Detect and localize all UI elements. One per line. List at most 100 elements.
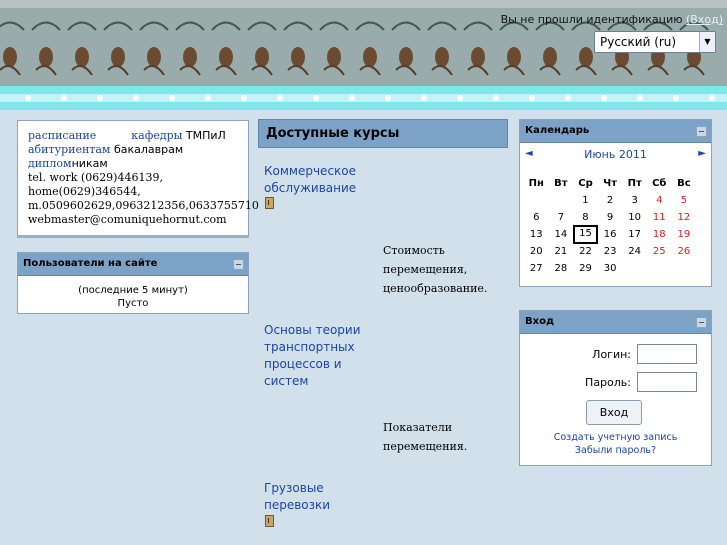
calendar-day[interactable]: 15 <box>573 225 598 244</box>
calendar-day[interactable]: 13 <box>524 226 549 243</box>
next-month-icon[interactable]: ► <box>698 148 706 159</box>
username-row: Логин: <box>592 344 697 364</box>
login-header: Вход <box>520 311 711 334</box>
calendar-day[interactable]: 2 <box>598 192 623 209</box>
login-info: Вы не прошли идентификацию (Вход) <box>501 13 723 26</box>
username-input[interactable] <box>637 344 697 364</box>
forgot-password-link[interactable]: Забыли пароль? <box>520 445 711 456</box>
collapse-icon[interactable] <box>696 126 707 137</box>
link-applicants[interactable]: абитуриентам <box>28 143 110 156</box>
create-account-link[interactable]: Создать учетную запись <box>520 432 711 443</box>
calendar-empty-day <box>549 192 574 209</box>
text-diploma-suffix: никам <box>71 157 108 170</box>
calendar-block: Календарь ◄ Июнь 2011 ► Пн Вт Ср Чт Пт Сб Вс 1 2… <box>519 119 712 287</box>
login-title: Вход <box>525 316 555 327</box>
chevron-down-icon[interactable]: ▼ <box>699 32 715 52</box>
calendar-nav: ◄ Июнь 2011 ► <box>520 143 711 165</box>
course-summary: Стоимость перемещения, ценообразование. <box>383 244 488 295</box>
calendar-week-row: 27 28 29 30 <box>524 260 707 277</box>
collapse-icon[interactable] <box>696 317 707 328</box>
calendar-weekday: Вт <box>554 178 568 189</box>
language-select[interactable]: Русский (ru) ▼ <box>594 31 716 53</box>
courses-title: Доступные курсы <box>266 126 400 141</box>
calendar-day[interactable]: 9 <box>598 209 623 226</box>
login-link[interactable]: (Вход) <box>686 13 723 26</box>
username-label: Логин: <box>592 347 631 361</box>
calendar-empty-day <box>672 260 697 277</box>
calendar-weekday: Пн <box>528 178 544 189</box>
calendar-day[interactable]: 24 <box>622 243 647 260</box>
calendar-grid: Пн Вт Ср Чт Пт Сб Вс 1 2 3 4 5 6 7 8 9 10 11 12 13 14 15 16 17 1… <box>524 175 707 277</box>
calendar-weekday: Ср <box>578 178 593 189</box>
calendar-day[interactable]: 11 <box>647 209 672 226</box>
calendar-day[interactable]: 8 <box>573 209 598 226</box>
calendar-day[interactable]: 28 <box>549 260 574 277</box>
calendar-week-row: 20 21 22 23 24 25 26 <box>524 243 707 260</box>
collapse-icon[interactable] <box>233 259 244 270</box>
calendar-day[interactable]: 6 <box>524 209 549 226</box>
link-diploma[interactable]: диплом <box>28 157 72 170</box>
calendar-day[interactable]: 17 <box>622 226 647 243</box>
course-link[interactable]: Основы теории транспортных процессов и с… <box>264 322 384 390</box>
calendar-day[interactable]: 18 <box>647 226 672 243</box>
password-row: Пароль: <box>585 372 697 392</box>
password-input[interactable] <box>637 372 697 392</box>
calendar-day[interactable]: 25 <box>647 243 672 260</box>
calendar-day[interactable]: 12 <box>672 209 697 226</box>
contact-work: tel. work (0629)446139, <box>28 171 163 184</box>
calendar-day[interactable]: 1 <box>573 192 598 209</box>
contact-mobile: m.0509602629,0963212356,0633755710 <box>28 199 259 212</box>
links-block: расписание кафедры ТМПиЛ абитуриентам ба… <box>17 120 259 238</box>
calendar-day[interactable]: 4 <box>647 192 672 209</box>
online-users-block: Пользователи на сайте (последние 5 минут… <box>17 252 249 314</box>
online-users-header: Пользователи на сайте <box>18 253 248 276</box>
calendar-day[interactable]: 3 <box>622 192 647 209</box>
calendar-day[interactable]: 14 <box>549 226 574 243</box>
link-schedule[interactable]: расписание <box>28 129 96 142</box>
text-tmpil: ТМПиЛ <box>185 129 226 142</box>
calendar-day[interactable]: 26 <box>672 243 697 260</box>
header-banner: Вы не прошли идентификацию (Вход) Русски… <box>0 0 727 110</box>
login-block: Вход Логин: Пароль: Вход Создать учетную… <box>519 310 712 466</box>
calendar-day[interactable]: 29 <box>573 260 598 277</box>
calendar-week-row: 12345 <box>524 192 707 209</box>
calendar-month[interactable]: Июнь 2011 <box>520 148 711 161</box>
language-value: Русский (ru) <box>600 35 677 49</box>
calendar-day[interactable]: 20 <box>524 243 549 260</box>
calendar-day[interactable]: 23 <box>598 243 623 260</box>
calendar-week-row: 6 7 8 9 10 11 12 <box>524 209 707 226</box>
calendar-day[interactable]: 5 <box>672 192 697 209</box>
calendar-empty-day <box>524 192 549 209</box>
calendar-empty-day <box>647 260 672 277</box>
calendar-day[interactable]: 10 <box>622 209 647 226</box>
calendar-day[interactable]: 7 <box>549 209 574 226</box>
courses-header: Доступные курсы <box>258 119 508 148</box>
link-departments[interactable]: кафедры <box>131 129 182 142</box>
calendar-empty-day <box>622 260 647 277</box>
contact-email: webmaster@comuniquehornut.com <box>28 213 227 226</box>
guest-access-icon <box>265 197 274 209</box>
login-status-text: Вы не прошли идентификацию <box>500 13 683 26</box>
online-users-period: (последние 5 минут) <box>78 285 188 296</box>
calendar-weekday: Чт <box>603 178 618 189</box>
calendar-day[interactable]: 16 <box>598 226 623 243</box>
calendar-weekday: Сб <box>652 178 667 189</box>
calendar-title: Календарь <box>525 125 590 136</box>
calendar-weekday-row: Пн Вт Ср Чт Пт Сб Вс <box>524 175 707 192</box>
calendar-weekday: Пт <box>627 178 642 189</box>
online-users-title: Пользователи на сайте <box>23 258 158 269</box>
text-bachelors: бакалаврам <box>113 143 184 156</box>
course-summary: Показатели перемещения. <box>383 421 468 453</box>
calendar-week-row: 13 14 15 16 17 18 19 <box>524 225 707 244</box>
calendar-day[interactable]: 27 <box>524 260 549 277</box>
calendar-day[interactable]: 30 <box>598 260 623 277</box>
calendar-day[interactable]: 19 <box>672 226 697 243</box>
calendar-day[interactable]: 21 <box>549 243 574 260</box>
login-button[interactable]: Вход <box>586 400 642 425</box>
course-link[interactable]: Коммерческое обслуживание <box>264 163 384 197</box>
contact-home: home(0629)346544, <box>28 185 141 198</box>
course-link[interactable]: Грузовые перевозки <box>264 480 384 514</box>
calendar-header: Календарь <box>520 120 711 143</box>
calendar-weekday: Вс <box>677 178 691 189</box>
calendar-day[interactable]: 22 <box>573 243 598 260</box>
